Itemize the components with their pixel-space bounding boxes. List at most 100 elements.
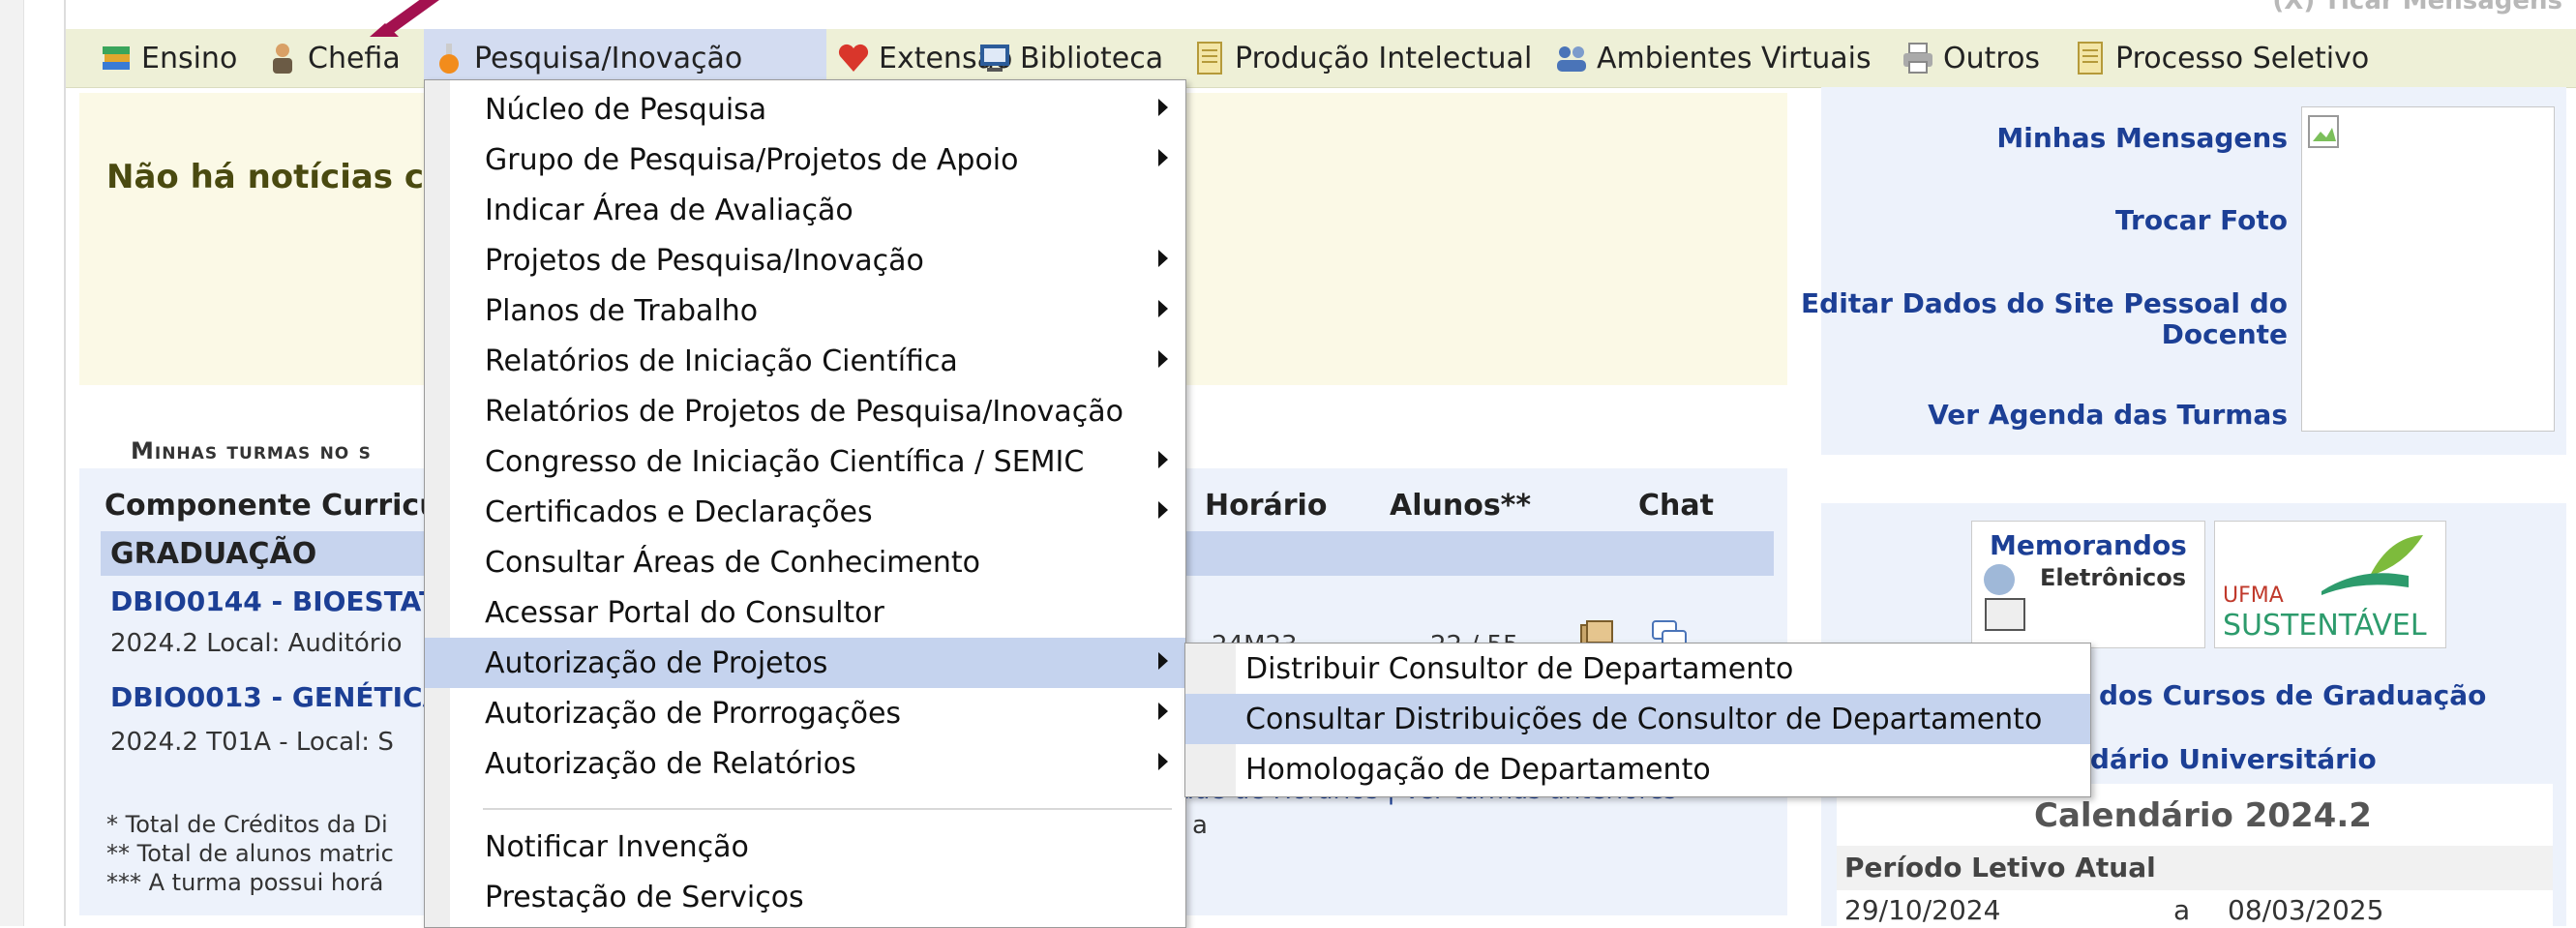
menu-item-label: Relatórios de Projetos de Pesquisa/Inova…: [485, 394, 1123, 429]
menu-item-label: Acessar Portal do Consultor: [485, 595, 884, 630]
menu-outros[interactable]: Outros: [1901, 29, 2040, 87]
menu-item-consultar-areas[interactable]: Consultar Áreas de Conhecimento: [425, 537, 1185, 587]
memorandos-text: Memorandos: [1990, 529, 2187, 561]
group-label: GRADUAÇÃO: [110, 537, 317, 571]
menu-item-label: Notificar Invenção: [485, 829, 749, 864]
submenu-arrow-icon: [1158, 149, 1168, 166]
menu-item-label: Congresso de Iniciação Científica / SEMI…: [485, 444, 1085, 479]
leaf-hand-icon: [2321, 535, 2423, 595]
submenu-arrow-icon: [1158, 501, 1168, 519]
turma-info: 2024.2 T01A - Local: S: [110, 728, 394, 757]
menu-item-label: Projetos de Pesquisa/Inovação: [485, 243, 924, 278]
menu-outros-label: Outros: [1943, 41, 2041, 75]
menu-pesquisa[interactable]: Pesquisa/Inovação: [424, 29, 826, 87]
submenu-arrow-icon: [1158, 350, 1168, 368]
menu-item-notificar-invencao[interactable]: Notificar Invenção: [425, 822, 1185, 872]
trocar-foto-link[interactable]: Trocar Foto: [2115, 204, 2288, 236]
pesquisa-dropdown-menu: Núcleo de Pesquisa Grupo de Pesquisa/Pro…: [424, 79, 1186, 928]
menu-item-grupo-pesquisa[interactable]: Grupo de Pesquisa/Projetos de Apoio: [425, 135, 1185, 185]
profile-photo: [2301, 106, 2555, 432]
menu-biblioteca[interactable]: Biblioteca: [977, 29, 1163, 87]
page-left-border: [0, 0, 24, 926]
calendar-start-date: 29/10/2024: [1844, 894, 2001, 926]
menu-item-label: Autorização de Prorrogações: [485, 696, 902, 731]
menu-item-prestacao-servicos[interactable]: Prestação de Serviços: [425, 872, 1185, 922]
submenu-arrow-icon: [1158, 250, 1168, 267]
menu-item-label: Grupo de Pesquisa/Projetos de Apoio: [485, 142, 1019, 177]
submenu-item-label: Consultar Distribuições de Consultor de …: [1245, 702, 2043, 736]
submenu-arrow-icon: [1158, 99, 1168, 116]
menu-item-planos-trabalho[interactable]: Planos de Trabalho: [425, 285, 1185, 336]
editar-site-link-line2[interactable]: Docente: [2162, 318, 2288, 350]
menu-item-projetos-pesquisa[interactable]: Projetos de Pesquisa/Inovação: [425, 235, 1185, 285]
menu-item-certificados[interactable]: Certificados e Declarações: [425, 487, 1185, 537]
document-icon: [2078, 42, 2103, 75]
legend-note: *** A turma possui horá: [106, 869, 384, 896]
menu-item-relatorios-projetos[interactable]: Relatórios de Projetos de Pesquisa/Inova…: [425, 386, 1185, 436]
cursos-graduacao-link[interactable]: o dos Cursos de Graduação: [2071, 679, 2486, 711]
menu-ensino[interactable]: Ensino: [99, 29, 237, 87]
menu-item-nucleo-pesquisa[interactable]: Núcleo de Pesquisa: [425, 84, 1185, 135]
flask-icon: [439, 44, 459, 74]
menu-item-label: Prestação de Serviços: [485, 880, 804, 914]
calendar-end-date: 08/03/2025: [2228, 894, 2384, 926]
menu-item-label: Relatórios de Iniciação Científica: [485, 344, 958, 378]
legend-note: * Total de Créditos da Di: [106, 811, 388, 838]
legend-note: ** Total de alunos matric: [106, 840, 394, 867]
menu-item-label: Planos de Trabalho: [485, 293, 759, 328]
menu-ambientes[interactable]: Ambientes Virtuais: [1554, 29, 1872, 87]
calendar-title: Calendário 2024.2: [2034, 796, 2372, 835]
turma-link[interactable]: DBIO0144 - BIOESTAT: [110, 585, 437, 617]
menu-item-autorizacao-projetos[interactable]: Autorização de Projetos: [425, 638, 1185, 688]
menu-item-autorizacao-relatorios[interactable]: Autorização de Relatórios: [425, 738, 1185, 789]
submenu-arrow-icon: [1158, 753, 1168, 770]
document-icon: [1197, 42, 1222, 75]
menu-ensino-label: Ensino: [141, 41, 238, 75]
calendar-date-separator: a: [2173, 894, 2191, 926]
menu-producao-label: Produção Intelectual: [1235, 41, 1533, 75]
autorizacao-projetos-submenu: Distribuir Consultor de Departamento Con…: [1184, 643, 2091, 797]
submenu-item-label: Distribuir Consultor de Departamento: [1245, 651, 1794, 686]
eletronicos-text: Eletrônicos: [2040, 564, 2187, 591]
menu-item-label: Certificados e Declarações: [485, 494, 873, 529]
column-header-componente: Componente Curricu: [105, 489, 440, 523]
calendario-universitario-link[interactable]: ndário Universitário: [2071, 743, 2377, 775]
minhas-mensagens-link[interactable]: Minhas Mensagens: [1996, 122, 2288, 154]
printer-icon: [1903, 43, 1932, 74]
submenu-item-distribuir-consultor[interactable]: Distribuir Consultor de Departamento: [1185, 644, 2090, 694]
menu-item-label: Indicar Área de Avaliação: [485, 193, 854, 227]
books-icon: [103, 46, 130, 70]
monitor-icon: [980, 45, 1009, 72]
people-icon: [1557, 46, 1586, 72]
submenu-arrow-icon: [1158, 300, 1168, 317]
calendar-subtitle: Período Letivo Atual: [1844, 852, 2156, 883]
menu-item-autorizacao-prorrogacoes[interactable]: Autorização de Prorrogações: [425, 688, 1185, 738]
broken-image-icon: [2308, 115, 2339, 148]
ver-agenda-link[interactable]: Ver Agenda das Turmas: [1928, 399, 2288, 431]
menu-processo-seletivo-label: Processo Seletivo: [2115, 41, 2370, 75]
menu-item-portal-consultor[interactable]: Acessar Portal do Consultor: [425, 587, 1185, 638]
menu-processo-seletivo[interactable]: Processo Seletivo: [2073, 29, 2369, 87]
submenu-arrow-icon: [1158, 451, 1168, 468]
menu-biblioteca-label: Biblioteca: [1020, 41, 1164, 75]
heart-icon: [838, 44, 869, 72]
menu-separator: [483, 808, 1172, 810]
menu-producao[interactable]: Produção Intelectual: [1192, 29, 1532, 87]
menu-item-indicar-area[interactable]: Indicar Área de Avaliação: [425, 185, 1185, 235]
menu-item-label: Autorização de Relatórios: [485, 746, 856, 781]
menu-chefia[interactable]: Chefia: [265, 29, 401, 87]
turma-info: 2024.2 Local: Auditório: [110, 629, 403, 658]
turma-link[interactable]: DBIO0013 - GENÉTICA: [110, 681, 443, 713]
ufma-sustentavel-banner[interactable]: UFMA SUSTENTÁVEL: [2214, 521, 2446, 648]
memorandos-banner[interactable]: Memorandos Eletrônicos: [1971, 521, 2205, 648]
person-icon: [273, 44, 292, 74]
column-header-chat: Chat: [1638, 489, 1714, 523]
menu-item-congresso-semic[interactable]: Congresso de Iniciação Científica / SEMI…: [425, 436, 1185, 487]
menu-item-relatorios-ic[interactable]: Relatórios de Iniciação Científica: [425, 336, 1185, 386]
submenu-item-homologacao[interactable]: Homologação de Departamento: [1185, 744, 2090, 794]
turmas-heading: Minhas turmas no s: [131, 437, 372, 464]
top-user-text[interactable]: (X) Ticar Mensagens: [2272, 0, 2562, 15]
editar-site-link[interactable]: Editar Dados do Site Pessoal do: [1801, 287, 2288, 319]
submenu-item-consultar-distribuicoes[interactable]: Consultar Distribuições de Consultor de …: [1185, 694, 2090, 744]
menu-item-label: Autorização de Projetos: [485, 645, 828, 680]
